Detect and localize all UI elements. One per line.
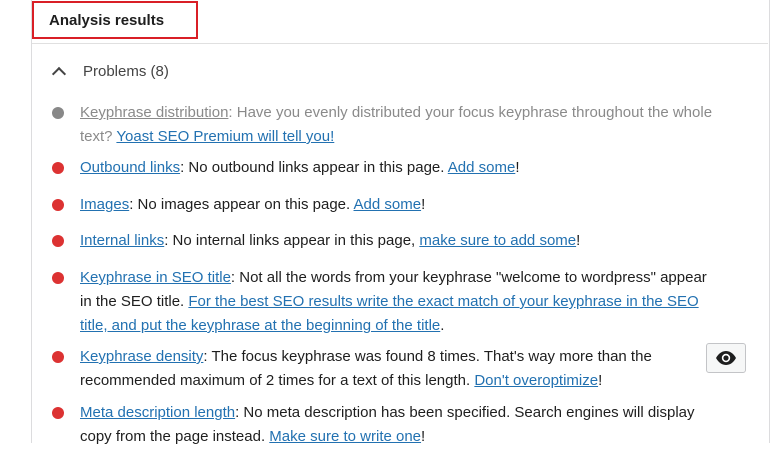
status-dot-red — [52, 235, 64, 247]
status-dot-red — [52, 199, 64, 211]
item-text: : No internal links appear in this page, — [164, 232, 420, 249]
problem-item-keyphrase-density: Keyphrase density: The focus keyphrase w… — [52, 345, 692, 393]
item-action-link[interactable]: make sure to add some — [419, 232, 576, 249]
problem-item-internal-links: Internal links: No internal links appear… — [52, 229, 722, 253]
item-title-link[interactable]: Keyphrase density — [80, 348, 203, 365]
chevron-up-icon — [51, 66, 67, 82]
item-title-link[interactable]: Meta description length — [80, 404, 235, 421]
problem-item-keyphrase-in-seo-title: Keyphrase in SEO title: Not all the word… — [52, 266, 722, 338]
item-action-link[interactable]: Make sure to write one — [269, 428, 421, 445]
item-title-link[interactable]: Images — [80, 196, 129, 213]
status-dot-gray — [52, 107, 64, 119]
item-title-link[interactable]: Keyphrase in SEO title — [80, 269, 231, 286]
item-text: : No images appear on this page. — [129, 196, 354, 213]
item-action-link[interactable]: Don't overoptimize — [474, 372, 598, 389]
divider — [32, 43, 768, 44]
eye-icon — [716, 351, 736, 365]
eye-button[interactable] — [706, 343, 746, 373]
problem-item-outbound-links: Outbound links: No outbound links appear… — [52, 156, 722, 180]
problems-label: Problems (8) — [83, 62, 169, 80]
analysis-results-heading: Analysis results — [49, 12, 165, 29]
item-action-link[interactable]: Add some — [354, 196, 422, 213]
problem-item-images: Images: No images appear on this page. A… — [52, 193, 722, 217]
problem-item-keyphrase-distribution: Keyphrase distribution: Have you evenly … — [52, 101, 722, 149]
status-dot-red — [52, 407, 64, 419]
item-action-link[interactable]: Add some — [448, 159, 516, 176]
item-action-link[interactable]: Yoast SEO Premium will tell you! — [116, 128, 334, 145]
problems-toggle[interactable]: Problems (8) — [50, 60, 169, 82]
status-dot-red — [52, 272, 64, 284]
item-title-link[interactable]: Internal links — [80, 232, 164, 249]
item-text: : No outbound links appear in this page. — [180, 159, 448, 176]
item-title-link[interactable]: Keyphrase distribution — [80, 104, 228, 121]
status-dot-red — [52, 351, 64, 363]
problem-item-meta-description-length: Meta description length: No meta descrip… — [52, 401, 722, 449]
status-dot-red — [52, 162, 64, 174]
item-title-link[interactable]: Outbound links — [80, 159, 180, 176]
